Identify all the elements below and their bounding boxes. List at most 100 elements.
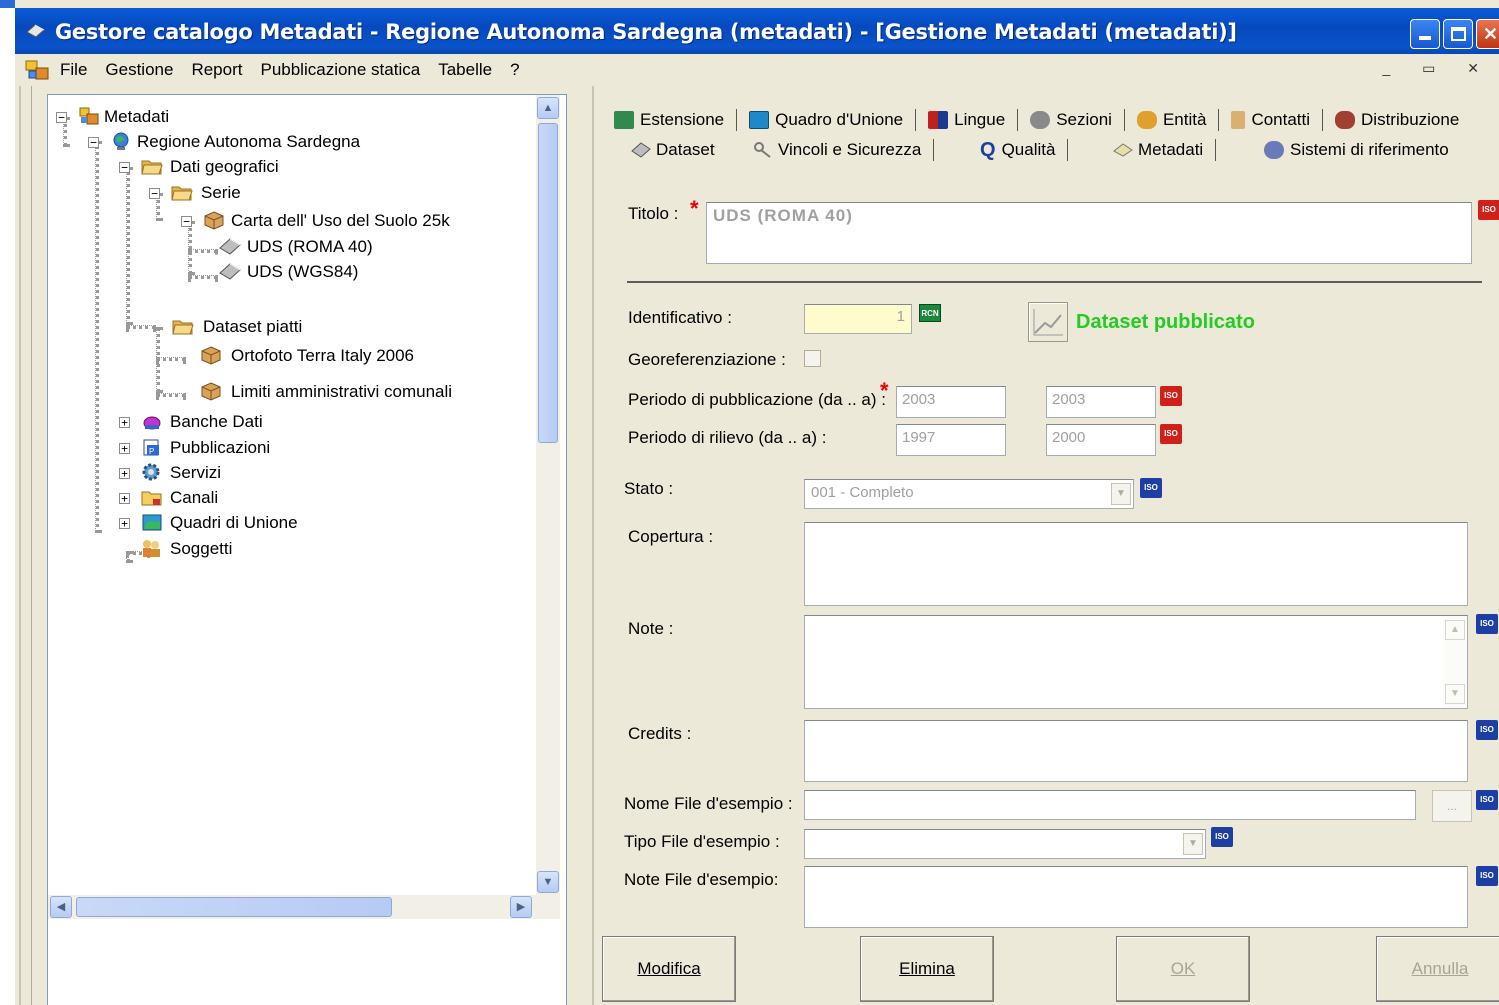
scroll-right-button[interactable]: ▶ [510, 896, 532, 918]
rcn-icon[interactable]: RCN [919, 304, 941, 322]
tab-metadati[interactable]: Metadati [1106, 136, 1258, 164]
package-icon [200, 381, 222, 401]
minimize-button[interactable] [1410, 19, 1440, 49]
stato-label: Stato : [624, 479, 674, 498]
expand-icon[interactable]: + [119, 468, 130, 479]
close-button[interactable]: ✕ [1476, 19, 1499, 49]
ok-button[interactable]: OK [1116, 936, 1250, 1002]
tab-row-1: Estensione Quadro d'Unione Lingue Sezion… [608, 106, 1465, 134]
package-icon [203, 210, 225, 230]
tab-entita[interactable]: Entità [1131, 106, 1225, 134]
menu-gestione[interactable]: Gestione [105, 60, 173, 80]
tab-quadro-unione[interactable]: Quadro d'Unione [743, 106, 922, 134]
tipo-file-select[interactable]: ▼ [804, 829, 1206, 859]
tree-horizontal-scrollbar[interactable]: ◀ ▶ [48, 895, 560, 919]
iso-blue-icon[interactable]: ISO [1476, 720, 1498, 740]
nome-file-field[interactable] [804, 790, 1416, 820]
iso-red-icon[interactable]: ISO [1160, 386, 1182, 406]
credits-label: Credits : [628, 724, 692, 743]
mdi-child-icon[interactable] [25, 59, 51, 81]
expand-icon[interactable]: + [119, 417, 130, 428]
collapse-icon[interactable]: − [149, 188, 160, 199]
tab-estensione[interactable]: Estensione [608, 106, 743, 134]
chart-icon[interactable] [1028, 302, 1068, 342]
menu-file[interactable]: File [60, 60, 87, 80]
rilievo-label: Periodo di rilievo (da .. a) : [628, 428, 827, 447]
tab-distribuzione[interactable]: Distribuzione [1329, 106, 1465, 134]
tab-sistemi-riferimento[interactable]: Sistemi di riferimento [1258, 136, 1455, 164]
tab-vincoli-sicurezza[interactable]: Vincoli e Sicurezza [746, 136, 974, 164]
pubblicazione-label: Periodo di pubblicazione (da .. a) : [628, 390, 886, 409]
dataset-icon [630, 141, 651, 159]
note-field[interactable]: ▲ ▼ [804, 615, 1468, 709]
scroll-down-button[interactable]: ▼ [1445, 684, 1465, 704]
metadati-icon [78, 106, 100, 126]
scroll-up-button[interactable]: ▲ [537, 97, 559, 119]
tree-vertical-scrollbar[interactable]: ▲ ▼ [536, 95, 560, 895]
annulla-button[interactable]: Annulla [1376, 936, 1499, 1002]
modifica-button[interactable]: Modifica [602, 936, 736, 1002]
stato-select[interactable]: 001 - Completo ▼ [804, 479, 1134, 509]
rilievo-to-field[interactable]: 2000 [1046, 424, 1156, 456]
iso-blue-icon[interactable]: ISO [1140, 478, 1162, 498]
sections-icon [1030, 111, 1051, 129]
credits-field[interactable] [804, 720, 1468, 782]
published-status: Dataset pubblicato [1076, 311, 1255, 333]
menu-pubblicazione-statica[interactable]: Pubblicazione statica [260, 60, 420, 80]
tab-qualita[interactable]: Q Qualità [974, 136, 1106, 164]
copertura-field[interactable] [804, 522, 1468, 606]
folder-icon [141, 487, 163, 507]
rilievo-from-field[interactable]: 1997 [896, 424, 1006, 456]
chevron-down-icon[interactable]: ▼ [1183, 833, 1203, 855]
menu-help[interactable]: ? [510, 60, 519, 80]
gear-icon [141, 462, 163, 482]
scroll-down-button[interactable]: ▼ [537, 871, 559, 893]
scroll-left-button[interactable]: ◀ [50, 896, 72, 918]
iso-blue-icon[interactable]: ISO [1476, 790, 1498, 810]
maximize-button[interactable] [1443, 19, 1473, 49]
tipo-file-label: Tipo File d'esempio : [624, 832, 780, 851]
globe-icon [1264, 141, 1284, 159]
metadata-tree[interactable]: − Metadati − Regione Autonoma Sardegna −… [47, 94, 567, 1005]
note-scrollbar[interactable]: ▲ ▼ [1443, 616, 1467, 708]
tab-sezioni[interactable]: Sezioni [1024, 106, 1131, 134]
expand-icon[interactable]: + [119, 518, 130, 529]
browse-button[interactable]: ... [1432, 790, 1472, 822]
collapse-icon[interactable]: − [88, 137, 99, 148]
tab-contatti[interactable]: Contatti [1225, 106, 1329, 134]
menu-bar: File Gestione Report Pubblicazione stati… [15, 54, 1499, 86]
pubblicazione-from-field[interactable]: 2003 [896, 386, 1006, 418]
titolo-field[interactable]: UDS (ROMA 40) [706, 202, 1472, 264]
georeferenziazione-checkbox[interactable] [804, 350, 821, 367]
collapse-icon[interactable]: − [56, 112, 67, 123]
tab-dataset[interactable]: Dataset [624, 136, 746, 164]
scroll-thumb[interactable] [76, 897, 392, 917]
collapse-icon[interactable]: − [181, 216, 192, 227]
key-icon [752, 141, 772, 159]
menu-tabelle[interactable]: Tabelle [438, 60, 492, 80]
expand-icon[interactable]: + [119, 443, 130, 454]
chevron-down-icon[interactable]: ▼ [1111, 483, 1131, 505]
menu-report[interactable]: Report [191, 60, 242, 80]
dataset-icon [218, 261, 241, 281]
tab-lingue[interactable]: Lingue [922, 106, 1024, 134]
iso-blue-icon[interactable]: ISO [1476, 614, 1498, 634]
elimina-button[interactable]: Elimina [860, 936, 994, 1002]
map-icon [749, 111, 770, 129]
iso-blue-icon[interactable]: ISO [1476, 866, 1498, 886]
app-icon [25, 22, 47, 40]
pubblicazione-to-field[interactable]: 2003 [1046, 386, 1156, 418]
extent-icon [614, 111, 634, 129]
scroll-thumb[interactable] [538, 123, 558, 443]
note-file-field[interactable] [804, 866, 1468, 928]
scroll-up-button[interactable]: ▲ [1445, 620, 1465, 640]
expand-icon[interactable]: + [119, 493, 130, 504]
title-bar[interactable]: Gestore catalogo Metadati - Regione Auto… [15, 8, 1499, 54]
iso-blue-icon[interactable]: ISO [1211, 827, 1233, 847]
iso-red-icon[interactable]: ISO [1478, 200, 1499, 220]
iso-red-icon[interactable]: ISO [1160, 424, 1182, 444]
mdi-controls[interactable]: _ ▭ ✕ [1382, 60, 1493, 77]
identificativo-field[interactable]: 1 [804, 304, 912, 334]
quality-icon: Q [980, 138, 996, 161]
collapse-icon[interactable]: − [119, 162, 130, 173]
